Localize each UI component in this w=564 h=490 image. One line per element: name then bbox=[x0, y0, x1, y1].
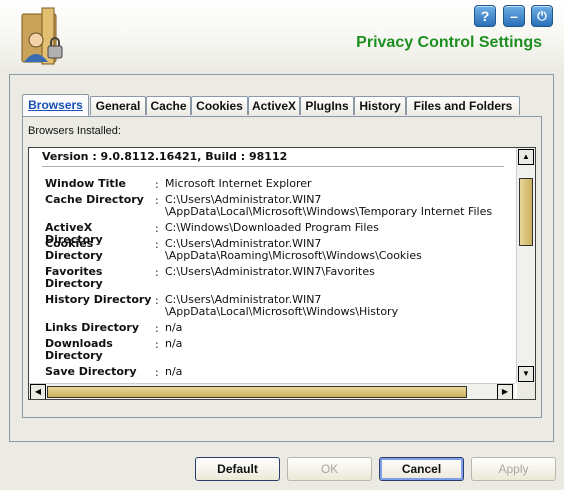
row-label: Links Directory bbox=[45, 321, 140, 334]
browsers-installed-label: Browsers Installed: bbox=[28, 125, 121, 137]
row-label: Cookies Directory bbox=[45, 237, 103, 262]
row-value: C:\Users\Administrator.WIN7 \AppData\Roa… bbox=[165, 237, 422, 262]
row-label: Downloads Directory bbox=[45, 337, 113, 362]
row-value: n/a bbox=[165, 365, 183, 378]
browser-details-content: Version : 9.0.8112.16421, Build : 98112 … bbox=[29, 148, 515, 383]
tab-history[interactable]: History bbox=[354, 96, 406, 115]
row-label: Favorites Directory bbox=[45, 265, 103, 290]
tab-general[interactable]: General bbox=[90, 96, 146, 115]
tab-cache[interactable]: Cache bbox=[146, 96, 191, 115]
row-label: History Directory bbox=[45, 293, 152, 306]
default-button[interactable]: Default bbox=[195, 457, 280, 481]
scroll-left-icon[interactable]: ◀ bbox=[30, 384, 46, 399]
scroll-right-icon[interactable]: ▶ bbox=[497, 384, 513, 399]
window-title: Privacy Control Settings bbox=[356, 34, 542, 51]
ok-button[interactable]: OK bbox=[287, 457, 372, 481]
row-label: Cache Directory bbox=[45, 193, 144, 206]
row-value: C:\Windows\Downloaded Program Files bbox=[165, 221, 379, 234]
row-value: C:\Users\Administrator.WIN7\Favorites bbox=[165, 265, 375, 278]
tab-files-and-folders[interactable]: Files and Folders bbox=[406, 96, 520, 115]
row-label: Window Title bbox=[45, 177, 126, 190]
tab-browsers[interactable]: Browsers bbox=[22, 94, 89, 116]
browsers-tab-content: Browsers Installed: Version : 9.0.8112.1… bbox=[22, 116, 542, 418]
tab-cookies[interactable]: Cookies bbox=[191, 96, 248, 115]
settings-panel: Browsers General Cache Cookies ActiveX P… bbox=[9, 74, 554, 442]
browser-details-list[interactable]: Version : 9.0.8112.16421, Build : 98112 … bbox=[28, 147, 536, 400]
scroll-down-icon[interactable]: ▼ bbox=[518, 366, 534, 382]
row-value: Microsoft Internet Explorer bbox=[165, 177, 312, 190]
row-value: C:\Users\Administrator.WIN7 \AppData\Loc… bbox=[165, 293, 399, 318]
minimize-icon[interactable]: – bbox=[503, 5, 525, 27]
apply-button[interactable]: Apply bbox=[471, 457, 556, 481]
row-label: Save Directory bbox=[45, 365, 137, 378]
tab-plugins[interactable]: PlugIns bbox=[300, 96, 354, 115]
row-value: C:\Users\Administrator.WIN7 \AppData\Loc… bbox=[165, 193, 493, 218]
power-icon[interactable]: ⏻ bbox=[531, 5, 553, 27]
scroll-corner bbox=[517, 383, 535, 399]
row-value: n/a bbox=[165, 321, 183, 334]
vertical-scrollbar[interactable]: ▲ ▼ bbox=[516, 148, 535, 383]
help-icon[interactable]: ? bbox=[474, 5, 496, 27]
tab-activex[interactable]: ActiveX bbox=[248, 96, 300, 115]
version-line: Version : 9.0.8112.16421, Build : 98112 bbox=[42, 150, 288, 163]
header: Privacy Control Settings ? – ⏻ bbox=[0, 0, 564, 70]
scroll-up-icon[interactable]: ▲ bbox=[518, 149, 534, 165]
privacy-logo-icon bbox=[21, 7, 63, 65]
vertical-scroll-thumb[interactable] bbox=[519, 178, 533, 246]
horizontal-scrollbar[interactable]: ◀ ▶ bbox=[29, 383, 515, 399]
cancel-button[interactable]: Cancel bbox=[379, 457, 464, 481]
horizontal-scroll-thumb[interactable] bbox=[47, 386, 467, 398]
row-value: n/a bbox=[165, 337, 183, 350]
divider bbox=[42, 166, 504, 167]
